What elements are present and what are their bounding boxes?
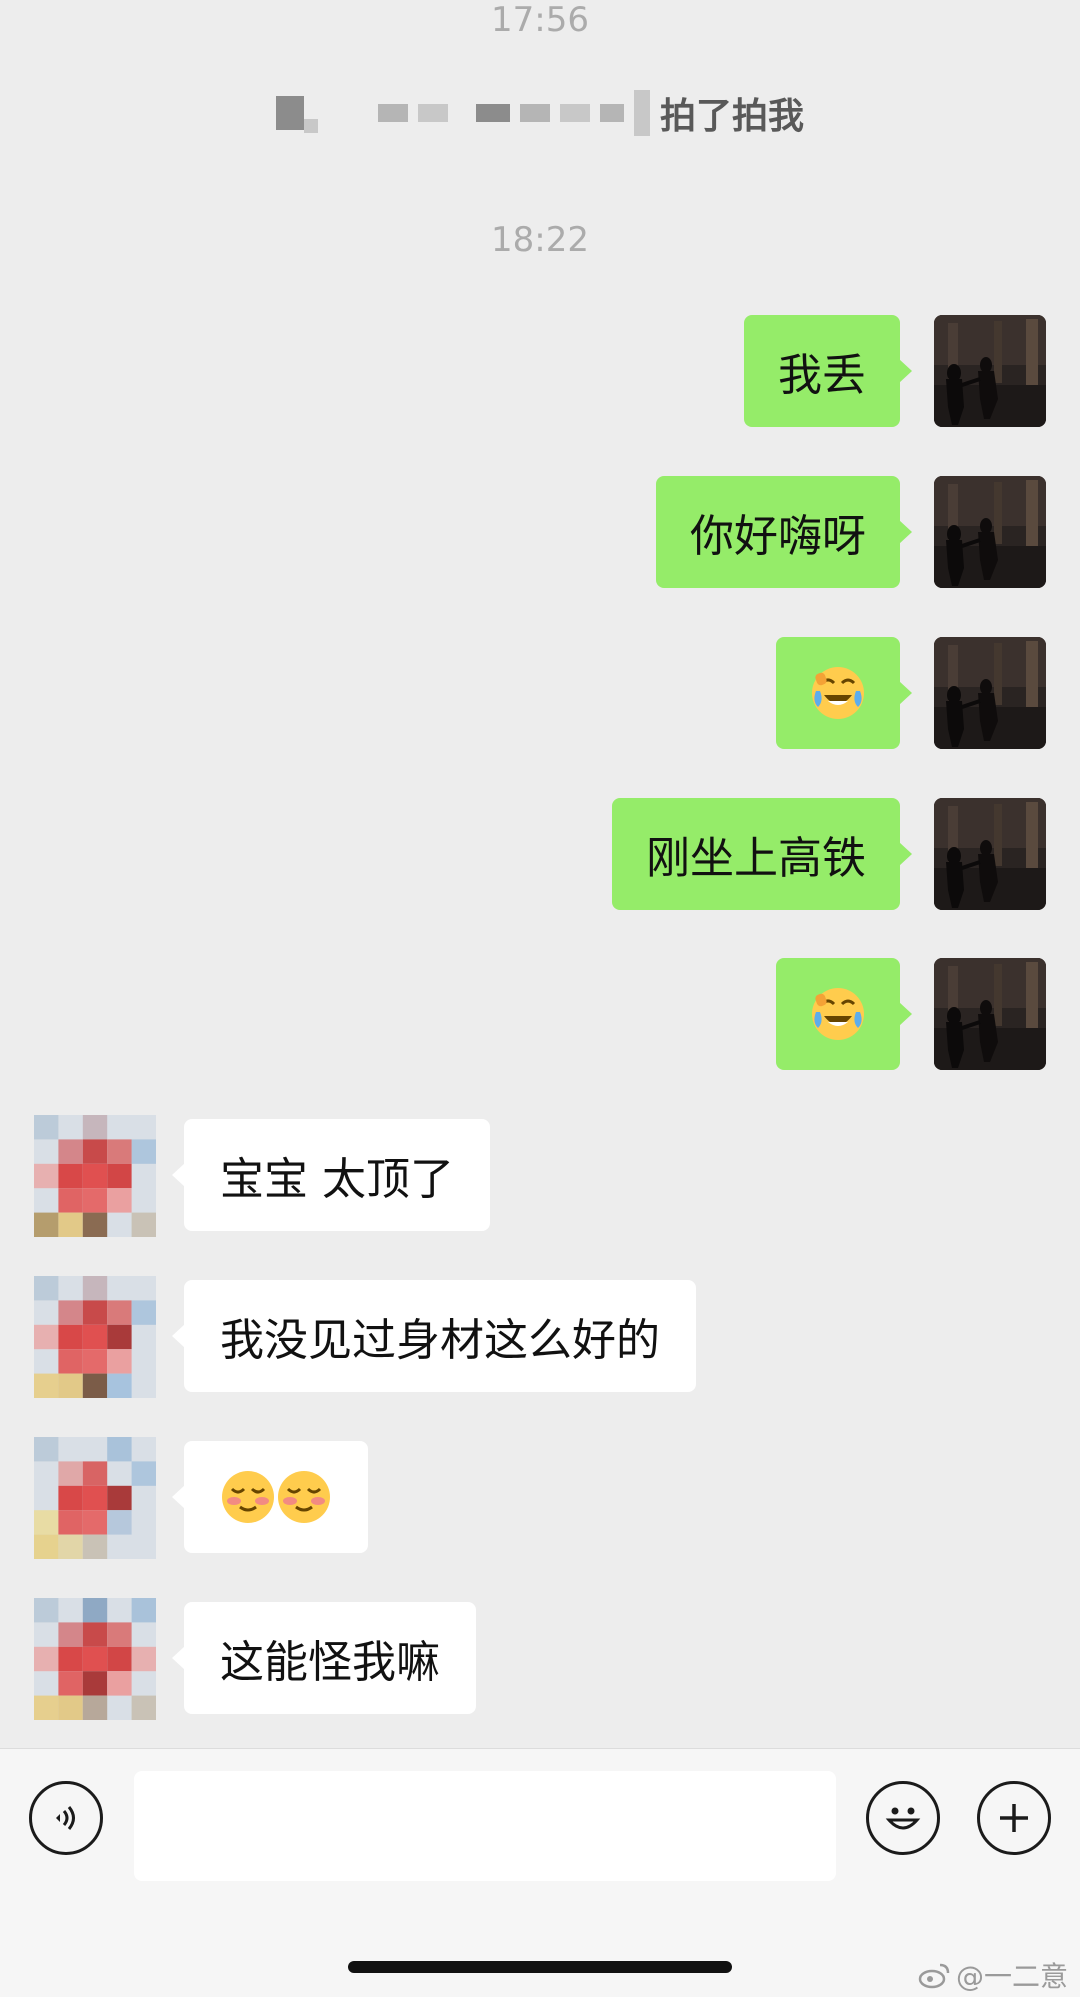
pat-text: 拍了拍我 bbox=[659, 96, 804, 137]
more-button[interactable] bbox=[977, 1781, 1051, 1855]
message-row-incoming: 这能怪我嘛 bbox=[34, 1598, 476, 1720]
message-input[interactable] bbox=[134, 1771, 836, 1881]
contact-avatar[interactable] bbox=[34, 1437, 156, 1559]
message-bubble[interactable]: 我没见过身材这么好的 bbox=[172, 1280, 696, 1392]
smiley-icon bbox=[885, 1807, 921, 1830]
message-row-outgoing: 刚坐上高铁 bbox=[612, 798, 1046, 910]
message-row-incoming: 宝宝 太顶了 bbox=[34, 1115, 490, 1237]
message-bubble-emoji[interactable] bbox=[172, 1441, 368, 1553]
chat-area[interactable]: 17:56 拍了拍我 18:22 我丢 你好嗨呀 刚坐上高铁 宝宝 太顶了 我没… bbox=[0, 0, 1080, 1748]
pat-notice: 拍了拍我 bbox=[0, 88, 1080, 138]
blurred-nickname bbox=[275, 90, 650, 136]
voice-icon bbox=[56, 1806, 75, 1830]
message-row-incoming: 我没见过身材这么好的 bbox=[34, 1276, 696, 1398]
message-row-outgoing bbox=[776, 958, 1046, 1070]
message-row-incoming bbox=[34, 1437, 368, 1559]
message-bubble[interactable]: 我丢 bbox=[744, 315, 912, 427]
contact-avatar[interactable] bbox=[34, 1598, 156, 1720]
message-row-outgoing: 我丢 bbox=[744, 315, 1046, 427]
tears-of-joy-emoji-icon bbox=[812, 988, 864, 1040]
input-bar: @一二意 bbox=[0, 1748, 1080, 1997]
my-avatar[interactable] bbox=[934, 315, 1046, 427]
my-avatar[interactable] bbox=[934, 958, 1046, 1070]
my-avatar[interactable] bbox=[934, 476, 1046, 588]
weibo-logo-icon bbox=[918, 1963, 950, 1989]
emoji-button[interactable] bbox=[866, 1781, 940, 1855]
message-bubble[interactable]: 宝宝 太顶了 bbox=[172, 1119, 490, 1231]
message-bubble-emoji[interactable] bbox=[776, 958, 912, 1070]
contact-avatar[interactable] bbox=[34, 1276, 156, 1398]
timestamp: 17:56 bbox=[491, 0, 589, 40]
message-bubble-emoji[interactable] bbox=[776, 637, 912, 749]
weibo-watermark: @一二意 bbox=[918, 1955, 1068, 1995]
message-bubble[interactable]: 你好嗨呀 bbox=[656, 476, 912, 588]
message-row-outgoing bbox=[776, 637, 1046, 749]
message-row-outgoing: 你好嗨呀 bbox=[656, 476, 1046, 588]
voice-button[interactable] bbox=[29, 1781, 103, 1855]
watermark-text: @一二意 bbox=[955, 1960, 1068, 1993]
home-indicator[interactable] bbox=[348, 1961, 732, 1973]
blushing-smile-emoji-icon bbox=[222, 1471, 330, 1523]
timestamp: 18:22 bbox=[491, 220, 589, 260]
my-avatar[interactable] bbox=[934, 637, 1046, 749]
my-avatar[interactable] bbox=[934, 798, 1046, 910]
message-bubble[interactable]: 刚坐上高铁 bbox=[612, 798, 912, 910]
tears-of-joy-emoji-icon bbox=[812, 667, 864, 719]
contact-avatar[interactable] bbox=[34, 1115, 156, 1237]
plus-icon bbox=[1000, 1804, 1028, 1832]
message-bubble[interactable]: 这能怪我嘛 bbox=[172, 1602, 476, 1714]
